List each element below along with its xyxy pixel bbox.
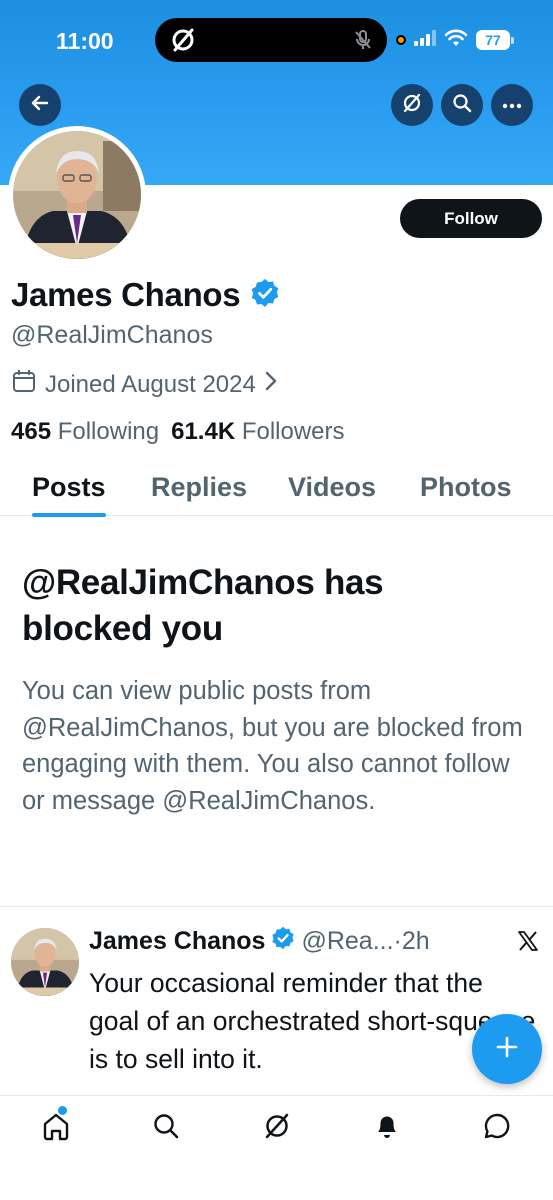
profile-handle: @RealJimChanos <box>11 321 213 349</box>
following-count: 465 <box>11 418 52 445</box>
x-logo-icon <box>517 930 539 957</box>
more-button[interactable] <box>491 84 533 126</box>
battery-indicator: 77 <box>476 30 514 50</box>
following-label: Following <box>57 418 160 445</box>
messages-icon <box>482 1111 512 1146</box>
home-icon <box>41 1111 71 1146</box>
tab-active-indicator <box>32 513 106 517</box>
grok-icon <box>262 1111 292 1146</box>
search-button[interactable] <box>441 84 483 126</box>
signal-icon <box>414 29 436 51</box>
profile-name-row: James Chanos <box>11 276 280 314</box>
followers-count: 61.4K <box>171 418 236 445</box>
followers-label: Followers <box>241 418 345 445</box>
grok-button[interactable] <box>391 84 433 126</box>
tab-label: Posts <box>32 472 106 502</box>
notifications-icon <box>373 1111 401 1146</box>
new-content-dot <box>58 1106 67 1115</box>
profile-name: James Chanos <box>11 276 241 313</box>
following-link[interactable]: 465 Following <box>11 418 159 446</box>
tab-posts[interactable]: Posts <box>32 472 106 517</box>
search-icon <box>152 1112 180 1145</box>
avatar-image <box>13 131 141 259</box>
tab-label: Photos <box>420 472 512 502</box>
nav-messages[interactable] <box>479 1110 515 1146</box>
nav-notifications[interactable] <box>369 1110 405 1146</box>
post-text: Your occasional reminder that the goal o… <box>89 968 536 1074</box>
followers-link[interactable]: 61.4K Followers <box>171 418 344 446</box>
tab-label: Videos <box>288 472 377 502</box>
grok-icon <box>401 92 423 119</box>
nav-grok[interactable] <box>259 1110 295 1146</box>
blocked-message: You can view public posts from @RealJimC… <box>22 677 523 815</box>
post-time: 2h <box>401 927 430 955</box>
post-header: James Chanos @Rea... · 2h <box>89 926 430 957</box>
nav-home[interactable] <box>38 1106 74 1146</box>
wifi-icon <box>444 29 468 52</box>
back-button[interactable] <box>19 84 61 126</box>
more-horizontal-icon <box>502 96 522 114</box>
grok-icon <box>169 26 197 59</box>
nav-search[interactable] <box>148 1110 184 1146</box>
compose-post-button[interactable] <box>472 1014 542 1084</box>
divider <box>0 906 553 907</box>
post-separator: · <box>393 927 402 955</box>
profile-tabs: Posts Replies Videos Photos <box>0 466 553 517</box>
status-time: 11:00 <box>56 28 114 54</box>
tab-videos[interactable]: Videos <box>288 472 376 516</box>
bottom-navigation <box>0 1095 553 1200</box>
post-author-name[interactable]: James Chanos <box>89 927 265 956</box>
battery-level: 77 <box>476 30 510 50</box>
follow-button[interactable]: Follow <box>400 199 542 238</box>
post-author-handle: @Rea... <box>301 927 394 955</box>
profile-avatar[interactable] <box>8 126 146 264</box>
tab-label: Replies <box>151 472 248 502</box>
tab-replies[interactable]: Replies <box>151 472 247 516</box>
status-indicators: 77 <box>396 26 514 54</box>
joined-date: Joined August 2024 <box>45 370 256 398</box>
post-author-avatar[interactable] <box>11 928 79 996</box>
dynamic-island <box>155 18 387 62</box>
calendar-icon <box>11 368 37 401</box>
blocked-title: @RealJimChanos has blocked you <box>22 563 384 648</box>
plus-icon <box>495 1035 519 1064</box>
follow-stats: 465 Following 61.4K Followers <box>11 418 345 446</box>
chevron-right-icon <box>264 370 278 399</box>
arrow-left-icon <box>30 93 50 118</box>
verified-badge-icon <box>271 926 295 957</box>
joined-date-row[interactable]: Joined August 2024 <box>11 368 278 401</box>
tab-photos[interactable]: Photos <box>420 472 512 516</box>
mic-muted-icon <box>353 29 373 56</box>
search-icon <box>452 93 472 118</box>
privacy-indicator <box>396 35 406 45</box>
verified-badge-icon <box>250 278 280 313</box>
